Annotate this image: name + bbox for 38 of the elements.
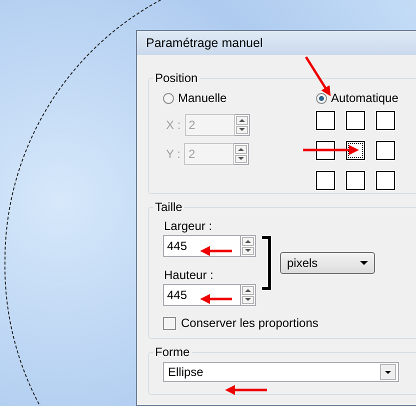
spin-down-button[interactable] bbox=[235, 154, 248, 163]
anchor-button[interactable] bbox=[316, 171, 335, 190]
field-label: Hauteur : bbox=[164, 269, 214, 282]
spin-up-button[interactable] bbox=[236, 116, 248, 124]
field-label: Y : bbox=[166, 147, 180, 161]
anchor-button[interactable] bbox=[316, 111, 335, 130]
annotation-arrow bbox=[303, 145, 359, 155]
annotation-arrow bbox=[200, 246, 232, 256]
spin-up-button[interactable] bbox=[242, 237, 254, 246]
radio-button[interactable]: Automatique bbox=[316, 89, 398, 107]
anchor-button[interactable] bbox=[376, 171, 395, 190]
number-field[interactable]: 445 bbox=[163, 284, 241, 306]
anchor-button[interactable] bbox=[346, 171, 365, 190]
caret-icon bbox=[360, 261, 368, 265]
anchor-button[interactable] bbox=[376, 141, 395, 160]
link-bracket bbox=[262, 236, 271, 290]
group-label: Forme bbox=[154, 345, 191, 359]
group-label: Taille bbox=[154, 200, 184, 214]
group-label: Position bbox=[154, 71, 199, 85]
annotation-arrow bbox=[225, 385, 267, 395]
caret-icon bbox=[385, 370, 391, 374]
annotation-arrow bbox=[304, 56, 331, 96]
anchor-button[interactable] bbox=[346, 111, 365, 130]
radio-button[interactable]: Manuelle bbox=[163, 89, 227, 107]
anchor-button[interactable] bbox=[376, 111, 395, 130]
spin-up-button[interactable] bbox=[235, 145, 248, 154]
field-label: Largeur : bbox=[164, 220, 214, 233]
spin-down-button[interactable] bbox=[242, 296, 254, 304]
dialog-title: Paramétrage manuel bbox=[137, 31, 416, 55]
shape-dropdown[interactable]: Ellipse bbox=[163, 362, 399, 382]
spin-down-button[interactable] bbox=[236, 126, 248, 134]
checkbox[interactable]: Conserver les proportions bbox=[163, 316, 318, 330]
field-label: X : bbox=[166, 118, 181, 132]
spin-down-button[interactable] bbox=[242, 246, 254, 255]
number-field[interactable]: 445 bbox=[163, 235, 241, 257]
annotation-arrow bbox=[200, 294, 232, 304]
unit-dropdown[interactable]: pixels bbox=[280, 252, 375, 274]
spin-up-button[interactable] bbox=[242, 286, 254, 294]
